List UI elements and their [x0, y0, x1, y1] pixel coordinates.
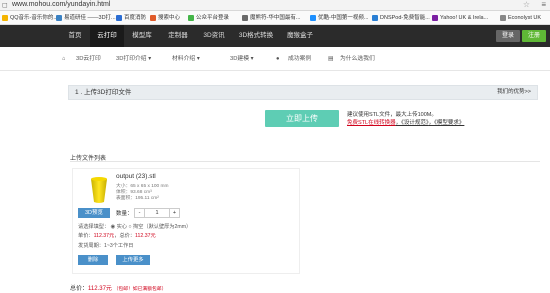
- nav-model-library[interactable]: 模型库: [124, 25, 160, 47]
- bookmark-item[interactable]: QQ音乐-音乐你的..: [2, 13, 56, 23]
- bookmark-label: 易道研佳 ——3D打...: [64, 15, 116, 21]
- bookmark-label: DNSPod-免费智能...: [380, 15, 430, 21]
- fill-type-label: 请选择填型：: [78, 224, 110, 230]
- radio-hollow[interactable]: ○: [128, 224, 131, 230]
- advantage-link[interactable]: 我们的优势>>: [497, 86, 531, 99]
- bookmark-label: 百度消防: [124, 15, 147, 21]
- price-row: 单价：112.37元，总价：112.37元: [78, 232, 156, 239]
- bookmark-icon: [188, 15, 194, 21]
- 3d-preview-button[interactable]: 3D预览: [78, 208, 110, 218]
- hint-text: 建议使用STL文件，最大上传100M。: [347, 112, 437, 118]
- step-title: 1 . 上传3D打印文件: [75, 89, 132, 96]
- bookmark-icon: [150, 15, 156, 21]
- bookmark-label: Econolyst UK: [508, 15, 542, 21]
- bookmark-item[interactable]: 百度消防: [116, 13, 146, 23]
- bookmark-item[interactable]: Econolyst UK: [500, 13, 541, 23]
- subnav-label: 3D建模: [230, 56, 250, 62]
- bookmark-item[interactable]: 优酷-中国第一视频...: [310, 13, 368, 23]
- chat-icon: ●: [276, 56, 280, 62]
- delete-button[interactable]: 删除: [78, 255, 108, 265]
- total-label: 总价：: [70, 286, 89, 292]
- total-note: （包邮！如已满额包邮）: [113, 287, 167, 292]
- step-bar: 1 . 上传3D打印文件 我们的优势>>: [68, 85, 538, 100]
- file-area: 表面积：195.11 cm²: [116, 196, 159, 201]
- bookmark-icon: [310, 15, 316, 21]
- register-button[interactable]: 注册: [522, 30, 546, 42]
- nav-home[interactable]: 首页: [60, 25, 90, 47]
- bookmarks-bar: QQ音乐-音乐你的.. 易道研佳 ——3D打... 百度消防 搜索中心 公众平台…: [0, 11, 550, 25]
- bookmark-item[interactable]: DNSPod-免费智能...: [372, 13, 430, 23]
- sub-nav: ⌂ 3D云打印 3D打印介绍 ▾ 材料介绍 ▾ 3D建模 ▾ ● 成功案例 ▤ …: [0, 47, 550, 71]
- design-spec-link[interactable]: ，《设计规范》: [396, 120, 429, 126]
- bookmark-label: 搜索中心: [158, 15, 181, 21]
- bookmark-icon: [116, 15, 122, 21]
- plus-button[interactable]: +: [169, 209, 179, 217]
- bookmark-item[interactable]: 魔熊符-华中国最有...: [242, 13, 300, 23]
- bookmark-item[interactable]: 易道研佳 ——3D打...: [56, 13, 116, 23]
- subnav-print-intro[interactable]: 3D打印介绍 ▾: [116, 47, 151, 71]
- subnav-success-cases[interactable]: 成功案例: [288, 47, 311, 71]
- upload-button[interactable]: 立即上传: [265, 110, 339, 127]
- subtotal: 112.37元: [135, 233, 156, 239]
- fill-hollow-label: 掏空（默认壁厚为2mm）: [133, 224, 192, 230]
- minus-button[interactable]: -: [135, 209, 145, 217]
- chevron-down-icon: ▾: [250, 56, 254, 62]
- bookmark-item[interactable]: 公众平台登录: [188, 13, 229, 23]
- fill-type-row: 请选择填型： ◉ 实心 ○ 掏空（默认壁厚为2mm）: [78, 223, 191, 230]
- nav-format-convert[interactable]: 3D格式转换: [232, 25, 280, 47]
- subnav-cloud-print[interactable]: 3D云打印: [76, 47, 101, 71]
- bookmark-icon: [56, 15, 62, 21]
- nav-3d-news[interactable]: 3D资讯: [196, 25, 232, 47]
- quantity-stepper[interactable]: - 1 +: [134, 208, 180, 218]
- unit-price: 112.37元: [93, 233, 115, 239]
- login-button[interactable]: 登录: [496, 30, 520, 42]
- star-icon[interactable]: ☆: [523, 0, 530, 9]
- bookmark-label: 公众平台登录: [196, 15, 230, 21]
- bookmark-label: 魔熊符-华中国最有...: [250, 15, 301, 21]
- quantity-label: 数量：: [116, 211, 133, 217]
- url-text[interactable]: www.mohou.com/yundayin.html: [12, 1, 110, 8]
- address-bar[interactable]: ◻ www.mohou.com/yundayin.html ☆ ≡: [0, 0, 550, 11]
- radio-solid[interactable]: ◉: [111, 224, 116, 230]
- site-nav: 首页 云打印 模型库 定制器 3D资讯 3D格式转换 魔猴盒子 登录 注册: [0, 25, 550, 47]
- model-thumbnail: [91, 177, 107, 203]
- doc-icon: ▤: [328, 56, 334, 62]
- bookmark-item[interactable]: Yahoo! UK & Irela...: [432, 13, 488, 23]
- nav-customizer[interactable]: 定制器: [160, 25, 196, 47]
- chevron-down-icon: ▾: [148, 56, 152, 62]
- unit-price-label: 单价：: [78, 233, 94, 239]
- subnav-modeling[interactable]: 3D建模 ▾: [230, 47, 254, 71]
- upload-more-button[interactable]: 上传更多: [116, 255, 150, 265]
- nav-mohou-box[interactable]: 魔猴盒子: [280, 25, 320, 47]
- fill-solid-label: 实心: [116, 224, 127, 230]
- bookmark-icon: [2, 15, 8, 21]
- bookmark-icon: [500, 15, 506, 21]
- upload-hint: 建议使用STL文件，最大上传100M。 免费STL在线转换器，《设计规范》，《模…: [347, 111, 464, 127]
- quantity-input[interactable]: 1: [145, 209, 169, 217]
- page-icon: ◻: [2, 2, 8, 9]
- subnav-why-us[interactable]: 为什么选我们: [340, 47, 375, 71]
- nav-cloud-print[interactable]: 云打印: [90, 25, 124, 47]
- bookmark-label: QQ音乐-音乐你的..: [10, 15, 57, 21]
- bookmark-icon: [242, 15, 248, 21]
- bookmark-label: Yahoo! UK & Irela...: [440, 15, 489, 21]
- shipping-time: 发货周期：1~3个工作日: [78, 243, 134, 249]
- total-value: 112.37元: [88, 286, 112, 292]
- home-icon[interactable]: ⌂: [62, 47, 66, 71]
- menu-icon[interactable]: ≡: [541, 0, 546, 9]
- subtotal-label: ，总价：: [114, 233, 136, 239]
- total-row: 总价：112.37元 （包邮！如已满额包邮）: [70, 283, 166, 292]
- bookmark-item[interactable]: 搜索中心: [150, 13, 180, 23]
- bookmark-icon: [432, 15, 438, 21]
- model-req-link[interactable]: ，《模型要求》: [429, 120, 465, 126]
- chevron-down-icon: ▾: [196, 56, 200, 62]
- subnav-material-intro[interactable]: 材料介绍 ▾: [172, 47, 200, 71]
- divider: [70, 161, 540, 162]
- subnav-label: 3D打印介绍: [116, 56, 147, 62]
- file-name: output (23).stl: [116, 173, 156, 180]
- stl-converter-link[interactable]: 免费STL在线转换器: [347, 120, 396, 126]
- subnav-label: 材料介绍: [172, 56, 196, 62]
- bookmark-label: 优酷-中国第一视频...: [318, 15, 369, 21]
- bookmark-icon: [372, 15, 378, 21]
